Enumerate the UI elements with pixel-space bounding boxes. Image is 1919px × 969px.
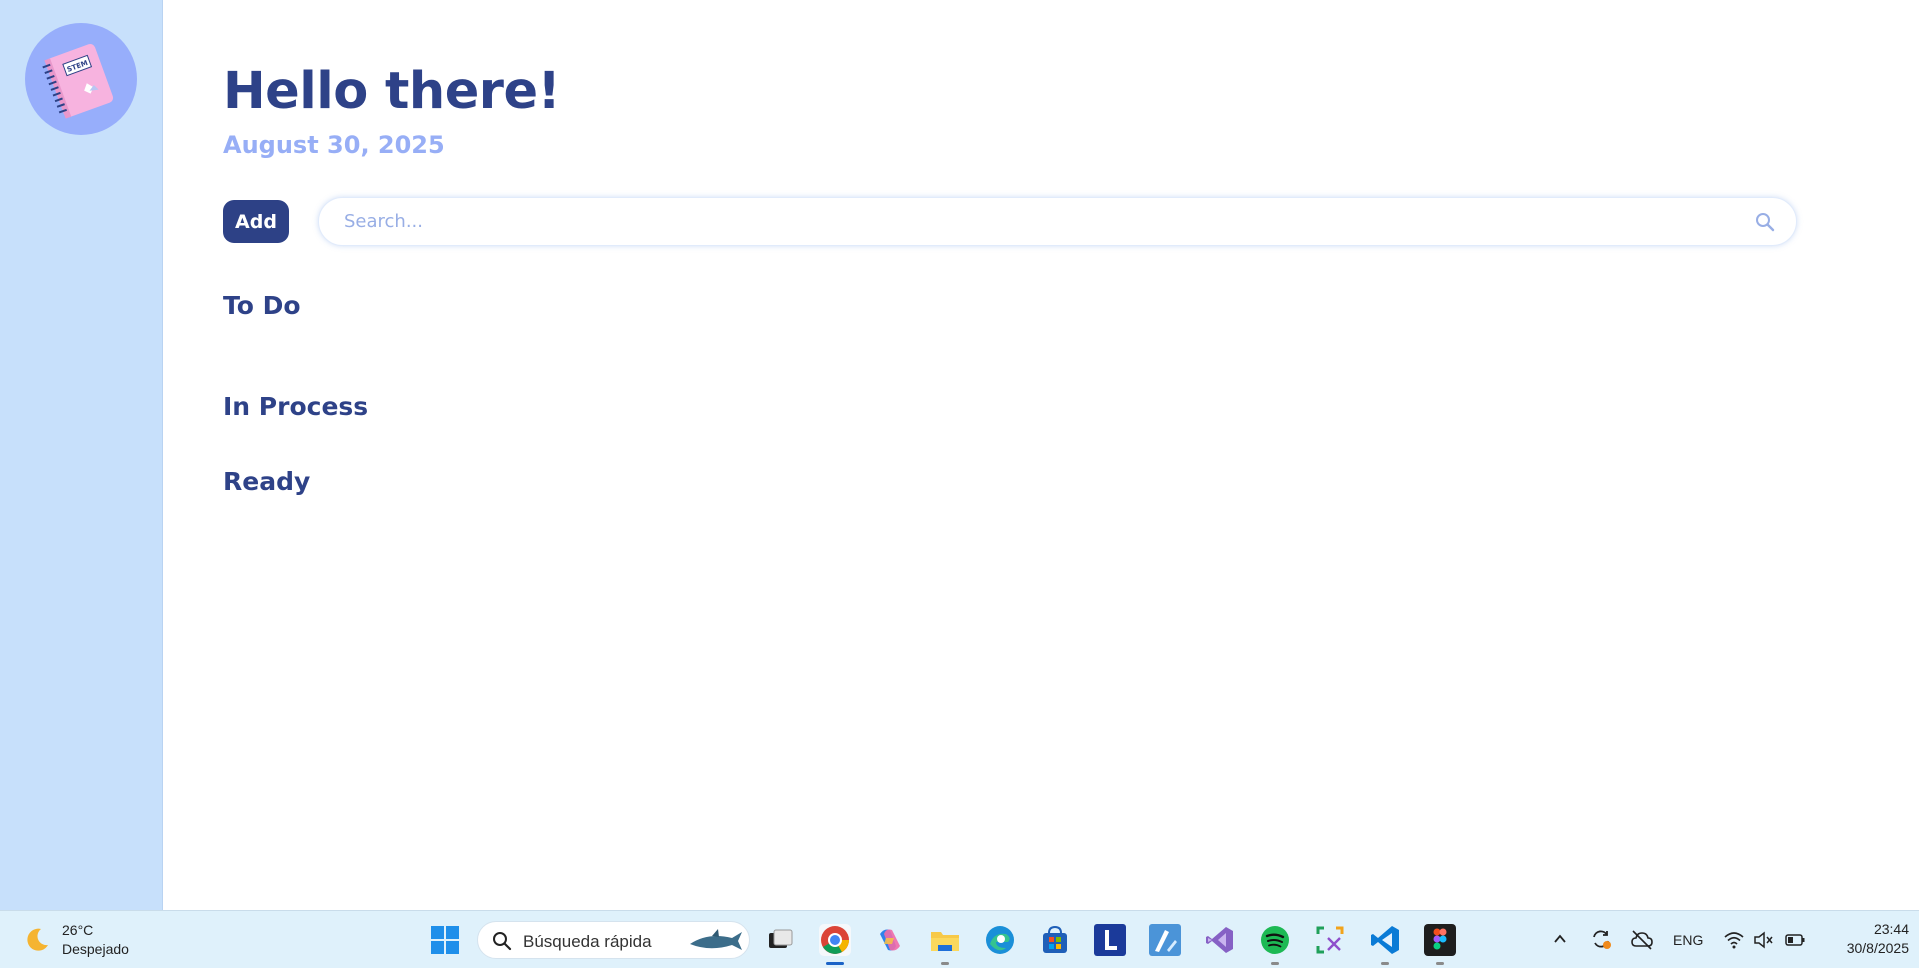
- search-icon[interactable]: [1754, 211, 1776, 233]
- add-button[interactable]: Add: [223, 200, 289, 243]
- section-ready: Ready: [223, 467, 311, 496]
- notebook-logo-icon: STEM: [42, 44, 114, 119]
- taskbar-search[interactable]: Búsqueda rápida: [477, 921, 750, 959]
- edge-icon[interactable]: [984, 924, 1016, 956]
- spotify-indicator: [1271, 962, 1279, 965]
- main-content: Hello there! August 30, 2025 Add Search.…: [163, 0, 1919, 910]
- language-indicator[interactable]: ENG: [1673, 932, 1703, 948]
- figma-indicator: [1436, 962, 1444, 965]
- chrome-icon[interactable]: [819, 924, 851, 956]
- copilot-icon[interactable]: [874, 924, 906, 956]
- sync-icon[interactable]: [1589, 927, 1613, 951]
- snipping-tool-icon[interactable]: [1314, 924, 1346, 956]
- store-icon[interactable]: [1039, 924, 1071, 956]
- taskbar-search-icon: [493, 932, 512, 951]
- search-input[interactable]: Search...: [318, 197, 1797, 246]
- battery-icon[interactable]: [1784, 929, 1806, 951]
- task-view-icon[interactable]: [764, 924, 796, 956]
- visual-studio-icon[interactable]: [1204, 924, 1236, 956]
- cloud-off-icon[interactable]: [1630, 928, 1654, 952]
- page-title: Hello there!: [223, 62, 561, 121]
- clock[interactable]: 23:44 30/8/2025: [1824, 920, 1909, 958]
- vscode-icon[interactable]: [1369, 924, 1401, 956]
- weather-temperature: 26°C: [62, 922, 94, 938]
- taskbar-search-label: Búsqueda rápida: [523, 932, 652, 951]
- paint-icon[interactable]: [1149, 924, 1181, 956]
- chevron-up-icon[interactable]: [1552, 931, 1568, 947]
- section-in-process: In Process: [223, 392, 369, 421]
- weather-description: Despejado: [62, 941, 129, 957]
- wifi-icon[interactable]: [1723, 929, 1745, 951]
- app-window: STEM Hello there! August 30, 2025 Add Se…: [0, 0, 1919, 910]
- spotify-icon[interactable]: [1259, 924, 1291, 956]
- l-app-icon[interactable]: [1094, 924, 1126, 956]
- weather-widget[interactable]: 26°C Despejado: [22, 911, 129, 969]
- sidebar: STEM: [0, 0, 163, 910]
- start-icon[interactable]: [430, 925, 460, 955]
- clock-time: 23:44: [1873, 921, 1909, 937]
- taskbar: 26°C Despejado Búsqueda rápida ENG 23:44…: [0, 910, 1919, 968]
- volume-muted-icon[interactable]: [1752, 929, 1774, 951]
- chrome-active-indicator: [826, 962, 844, 965]
- current-date: August 30, 2025: [223, 131, 445, 159]
- section-todo: To Do: [223, 291, 301, 320]
- whale-shark-icon: [690, 929, 742, 950]
- vscode-indicator: [1381, 962, 1389, 965]
- app-logo[interactable]: STEM: [25, 23, 137, 135]
- clock-date: 30/8/2025: [1846, 940, 1909, 956]
- moon-icon: [27, 928, 48, 951]
- explorer-indicator: [941, 962, 949, 965]
- search-placeholder: Search...: [344, 211, 424, 232]
- figma-icon[interactable]: [1424, 924, 1456, 956]
- file-explorer-icon[interactable]: [929, 924, 961, 956]
